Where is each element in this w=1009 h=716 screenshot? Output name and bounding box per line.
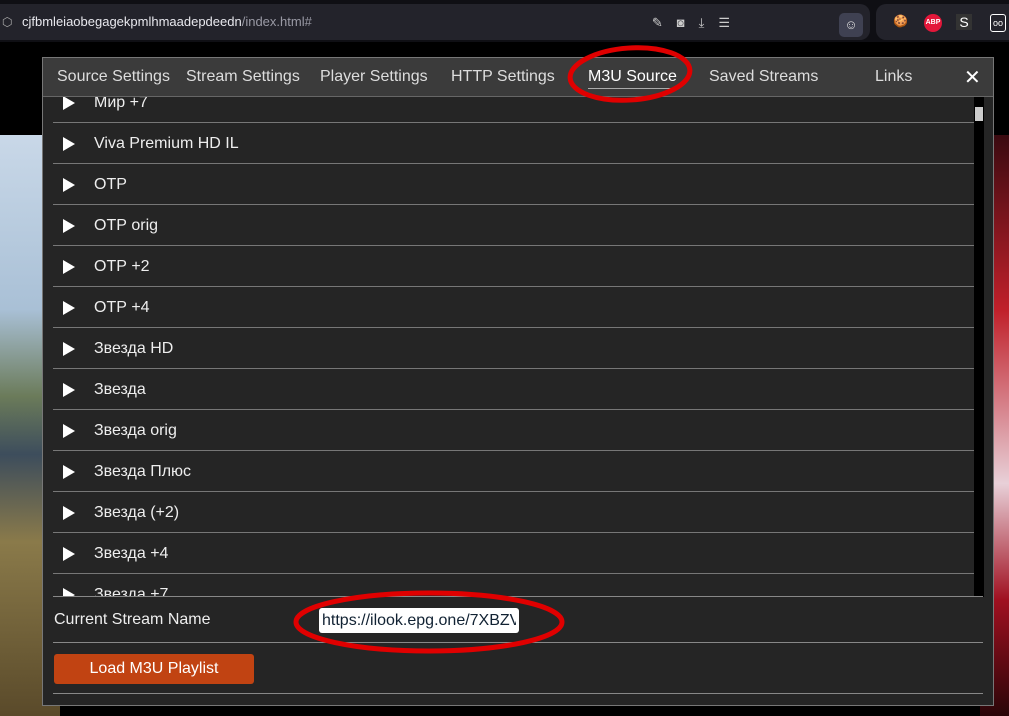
play-icon[interactable]	[63, 97, 75, 110]
channel-row[interactable]: Звезда	[53, 369, 974, 410]
scrollbar-thumb[interactable]	[975, 107, 983, 121]
tab-source-settings[interactable]: Source Settings	[57, 68, 170, 86]
s-extension-icon[interactable]: S	[956, 14, 972, 30]
tab-stream-settings[interactable]: Stream Settings	[186, 68, 300, 86]
settings-modal: Source Settings Stream Settings Player S…	[42, 57, 994, 706]
tab-bar: Source Settings Stream Settings Player S…	[43, 58, 993, 97]
channel-list[interactable]: Мир +7 Viva Premium HD IL ОТР ОТР orig ОТР +…	[53, 97, 974, 597]
divider	[53, 596, 983, 597]
glasses-icon[interactable]: oo	[990, 14, 1006, 32]
divider	[53, 693, 983, 694]
channel-name: ОТР	[94, 176, 127, 193]
play-icon[interactable]	[63, 383, 75, 397]
channel-row[interactable]: ОТР +4	[53, 287, 974, 328]
channel-name: Звезда +4	[94, 545, 169, 562]
channel-row[interactable]: Звезда (+2)	[53, 492, 974, 533]
channel-name: Звезда HD	[94, 340, 174, 357]
channel-row[interactable]: Viva Premium HD IL	[53, 123, 974, 164]
play-icon[interactable]	[63, 137, 75, 151]
play-icon[interactable]	[63, 219, 75, 233]
tab-links[interactable]: Links	[875, 68, 912, 86]
play-icon[interactable]	[63, 301, 75, 315]
tab-http-settings[interactable]: HTTP Settings	[451, 68, 555, 86]
play-icon[interactable]	[63, 465, 75, 479]
channel-name: ОТР +4	[94, 299, 150, 316]
extension-page-icon: ⬡	[2, 15, 13, 29]
channel-row[interactable]: Звезда +4	[53, 533, 974, 574]
channel-name: Viva Premium HD IL	[94, 135, 239, 152]
play-icon[interactable]	[63, 424, 75, 438]
edit-icon[interactable]: ✎	[652, 15, 663, 31]
cookie-icon[interactable]: 🍪	[893, 14, 908, 28]
stream-name-label: Current Stream Name	[54, 611, 211, 628]
play-icon[interactable]	[63, 342, 75, 356]
play-icon[interactable]	[63, 547, 75, 561]
profile-icon[interactable]: ☺	[839, 13, 863, 37]
divider	[53, 642, 983, 643]
stream-name-input[interactable]	[319, 608, 519, 633]
tab-saved-streams[interactable]: Saved Streams	[709, 68, 818, 86]
browser-toolbar: ⬡ cjfbmleiaobegagekpmlhmaadepdeedn/index…	[0, 0, 1009, 42]
url-text[interactable]: cjfbmleiaobegagekpmlhmaadepdeedn/index.h…	[22, 14, 312, 29]
channel-name: ОТР orig	[94, 217, 159, 234]
channel-row[interactable]: Мир +7	[53, 97, 974, 123]
play-icon[interactable]	[63, 506, 75, 520]
play-icon[interactable]	[63, 178, 75, 192]
channel-row[interactable]: ОТР +2	[53, 246, 974, 287]
tab-player-settings[interactable]: Player Settings	[320, 68, 428, 86]
channel-row[interactable]: ОТР orig	[53, 205, 974, 246]
close-icon[interactable]: ✕	[964, 65, 981, 90]
load-m3u-playlist-button[interactable]: Load M3U Playlist	[54, 654, 254, 684]
channel-row[interactable]: Звезда orig	[53, 410, 974, 451]
scrollbar[interactable]	[974, 97, 984, 597]
play-icon[interactable]	[63, 260, 75, 274]
camera-icon[interactable]: ◙	[677, 15, 685, 31]
extensions-area: 🍪 ABP S oo	[876, 4, 1009, 40]
channel-name: Мир +7	[94, 97, 148, 111]
tab-m3u-source[interactable]: M3U Source	[588, 68, 677, 89]
channel-name: Звезда	[94, 381, 146, 398]
channel-row[interactable]: Звезда +7	[53, 574, 974, 597]
channel-name: Звезда Плюс	[94, 463, 192, 480]
channel-name: Звезда orig	[94, 422, 177, 439]
channel-name: ОТР +2	[94, 258, 150, 275]
address-bar[interactable]: ⬡ cjfbmleiaobegagekpmlhmaadepdeedn/index…	[0, 4, 870, 40]
channel-row[interactable]: Звезда HD	[53, 328, 974, 369]
adblock-icon[interactable]: ABP	[924, 14, 942, 32]
channel-row[interactable]: Звезда Плюс	[53, 451, 974, 492]
channel-row[interactable]: ОТР	[53, 164, 974, 205]
channel-name: Звезда (+2)	[94, 504, 180, 521]
download-icon[interactable]: ⤓	[699, 15, 705, 31]
settings-sliders-icon[interactable]: ☰	[718, 15, 730, 31]
